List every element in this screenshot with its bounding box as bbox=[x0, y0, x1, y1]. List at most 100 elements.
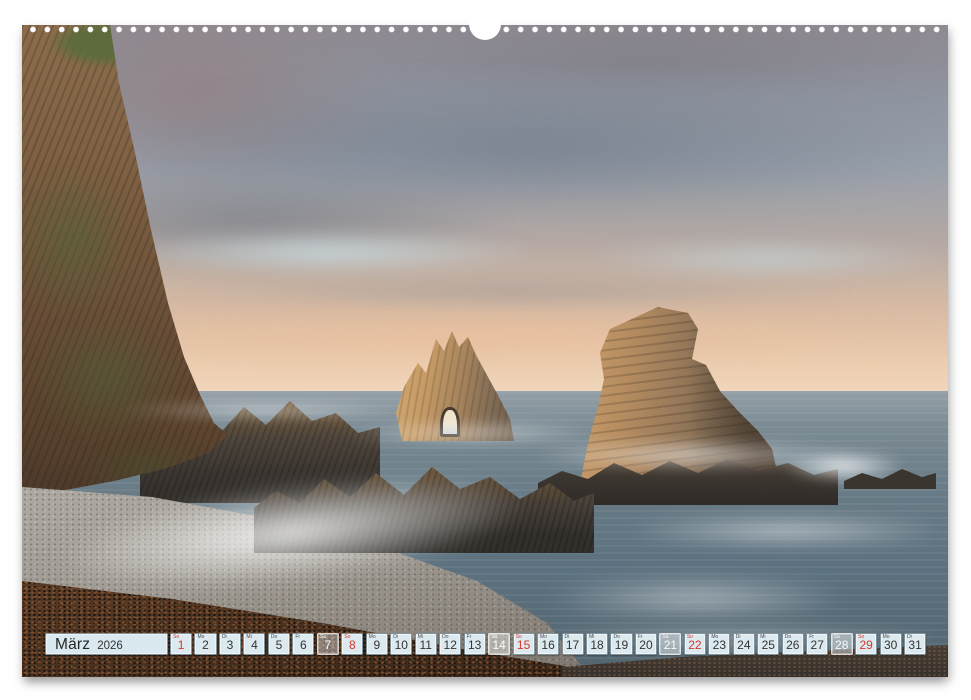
day-number: 19 bbox=[615, 639, 628, 654]
day-number: 1 bbox=[178, 639, 185, 654]
day-number: 31 bbox=[908, 639, 921, 654]
calendar-day-cell: Mi18 bbox=[586, 633, 608, 655]
calendar-day-cell: So8 bbox=[341, 633, 363, 655]
day-number: 7 bbox=[325, 639, 332, 654]
calendar-day-cell: Fr20 bbox=[635, 633, 657, 655]
cloud-layer bbox=[162, 277, 862, 307]
weekday-label: So bbox=[344, 635, 350, 640]
calendar-day-cell: Mo16 bbox=[537, 633, 559, 655]
weekday-label: Mi bbox=[246, 635, 251, 640]
date-strip: März 2026 So1Mo2Di3Mi4Do5Fr6Sa7So8Mo9Di1… bbox=[22, 633, 948, 655]
day-number: 9 bbox=[373, 639, 380, 654]
weekday-label: Di bbox=[736, 635, 741, 640]
calendar-day-cell: Mi4 bbox=[243, 633, 265, 655]
day-number: 26 bbox=[786, 639, 799, 654]
weekday-label: Mi bbox=[760, 635, 765, 640]
weekday-label: Di bbox=[565, 635, 570, 640]
calendar-day-cell: So1 bbox=[170, 633, 192, 655]
day-number: 18 bbox=[590, 639, 603, 654]
weekday-label: Fr bbox=[809, 635, 814, 640]
weekday-label: Fr bbox=[295, 635, 300, 640]
calendar-page: März 2026 So1Mo2Di3Mi4Do5Fr6Sa7So8Mo9Di1… bbox=[22, 25, 948, 677]
weekday-label: Fr bbox=[467, 635, 472, 640]
day-number: 6 bbox=[300, 639, 307, 654]
day-number: 2 bbox=[202, 639, 209, 654]
calendar-day-cell: Di24 bbox=[733, 633, 755, 655]
weekday-label: Di bbox=[222, 635, 227, 640]
surf-foam bbox=[112, 401, 422, 419]
day-strip: So1Mo2Di3Mi4Do5Fr6Sa7So8Mo9Di10Mi11Do12F… bbox=[170, 633, 926, 655]
day-number: 27 bbox=[811, 639, 824, 654]
day-number: 3 bbox=[227, 639, 234, 654]
calendar-product-image: März 2026 So1Mo2Di3Mi4Do5Fr6Sa7So8Mo9Di1… bbox=[0, 0, 971, 700]
calendar-day-cell: Sa7 bbox=[317, 633, 339, 655]
day-number: 21 bbox=[664, 639, 677, 654]
calendar-day-cell: Do5 bbox=[268, 633, 290, 655]
weekday-label: Sa bbox=[662, 635, 668, 640]
day-number: 30 bbox=[884, 639, 897, 654]
weekday-label: Mi bbox=[589, 635, 594, 640]
calendar-day-cell: Mi25 bbox=[757, 633, 779, 655]
day-number: 24 bbox=[737, 639, 750, 654]
calendar-day-cell: Do19 bbox=[610, 633, 632, 655]
calendar-day-cell: Di17 bbox=[562, 633, 584, 655]
weekday-label: Mo bbox=[540, 635, 547, 640]
weekday-label: So bbox=[687, 635, 693, 640]
day-number: 17 bbox=[566, 639, 579, 654]
day-number: 28 bbox=[835, 639, 848, 654]
weekday-label: Sa bbox=[320, 635, 326, 640]
calendar-day-cell: Do26 bbox=[782, 633, 804, 655]
weekday-label: Di bbox=[393, 635, 398, 640]
weekday-label: Mo bbox=[197, 635, 204, 640]
calendar-day-cell: Mi11 bbox=[415, 633, 437, 655]
weekday-label: Mo bbox=[369, 635, 376, 640]
day-number: 4 bbox=[251, 639, 258, 654]
weekday-label: So bbox=[858, 635, 864, 640]
cloud-highlight bbox=[582, 238, 948, 280]
weekday-label: Do bbox=[785, 635, 791, 640]
calendar-day-cell: Do12 bbox=[439, 633, 461, 655]
cliff-vegetation bbox=[22, 163, 135, 318]
day-number: 22 bbox=[688, 639, 701, 654]
day-number: 15 bbox=[517, 639, 530, 654]
day-number: 29 bbox=[859, 639, 872, 654]
day-number: 10 bbox=[395, 639, 408, 654]
hanger-notch bbox=[469, 8, 501, 40]
weekday-label: Do bbox=[613, 635, 619, 640]
day-number: 13 bbox=[468, 639, 481, 654]
weekday-label: Di bbox=[907, 635, 912, 640]
cliff-vegetation bbox=[30, 313, 180, 443]
calendar-day-cell: Fr13 bbox=[464, 633, 486, 655]
surf-foam bbox=[340, 423, 605, 443]
calendar-day-cell: Fr6 bbox=[292, 633, 314, 655]
calendar-day-cell: Di3 bbox=[219, 633, 241, 655]
weekday-label: Mo bbox=[711, 635, 718, 640]
year-label: 2026 bbox=[97, 636, 123, 657]
calendar-day-cell: Mo2 bbox=[194, 633, 216, 655]
day-number: 12 bbox=[444, 639, 457, 654]
calendar-day-cell: Mo30 bbox=[880, 633, 902, 655]
calendar-day-cell: Fr27 bbox=[806, 633, 828, 655]
day-number: 8 bbox=[349, 639, 356, 654]
surf-foam bbox=[542, 577, 852, 619]
weekday-label: Sa bbox=[491, 635, 497, 640]
weekday-label: So bbox=[516, 635, 522, 640]
day-number: 14 bbox=[492, 639, 505, 654]
weekday-label: Fr bbox=[638, 635, 643, 640]
calendar-day-cell: Sa28 bbox=[831, 633, 853, 655]
weekday-label: Do bbox=[271, 635, 277, 640]
weekday-label: Mi bbox=[418, 635, 423, 640]
day-number: 5 bbox=[276, 639, 283, 654]
surf-foam bbox=[622, 515, 948, 547]
day-number: 23 bbox=[713, 639, 726, 654]
day-number: 16 bbox=[541, 639, 554, 654]
calendar-day-cell: Sa21 bbox=[659, 633, 681, 655]
weekday-label: So bbox=[173, 635, 179, 640]
calendar-day-cell: So29 bbox=[855, 633, 877, 655]
day-number: 11 bbox=[419, 639, 431, 654]
calendar-day-cell: Mo23 bbox=[708, 633, 730, 655]
cover-photo bbox=[22, 25, 948, 677]
calendar-day-cell: Mo9 bbox=[366, 633, 388, 655]
calendar-day-cell: Di10 bbox=[390, 633, 412, 655]
day-number: 25 bbox=[762, 639, 775, 654]
